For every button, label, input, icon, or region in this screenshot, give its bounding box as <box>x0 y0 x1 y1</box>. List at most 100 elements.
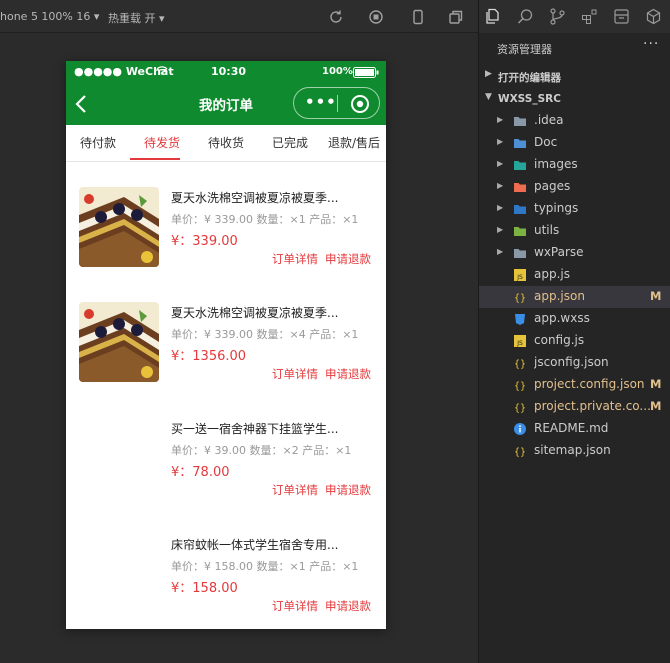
files-icon[interactable] <box>485 8 502 25</box>
extensions-icon[interactable] <box>581 8 598 25</box>
tab-pending-payment[interactable]: 待付款 <box>66 125 130 162</box>
folder-label: Doc <box>534 135 558 149</box>
chevron-right-icon: ▶ <box>497 203 504 212</box>
order-tabs: 待付款 待发货 待收货 已完成 退款/售后 <box>66 125 386 162</box>
folder-wxparse[interactable]: ▶ wxParse <box>479 242 670 264</box>
folder-label: pages <box>534 179 571 193</box>
more-dots-icon[interactable]: ••• <box>305 93 337 111</box>
tab-pending-shipment[interactable]: 待发货 <box>130 125 194 162</box>
refund-button[interactable]: 申请退款 <box>325 366 371 382</box>
chevron-right-icon: ▶ <box>497 181 504 190</box>
product-meta: 单价：¥ 39.00 数量：×2 产品：×1 <box>171 444 352 457</box>
order-price: ¥：158.00 <box>171 581 238 596</box>
order-item[interactable]: 买一送一宿舍神器下挂篮学生... 单价：¥ 39.00 数量：×2 产品：×1 … <box>66 418 386 518</box>
file-app-json[interactable]: {} app.json M <box>479 286 670 308</box>
folder-images[interactable]: ▶ images <box>479 154 670 176</box>
product-title: 床帘蚊帐一体式学生宿舍专用... <box>171 538 339 552</box>
tab-pending-receipt[interactable]: 待收货 <box>194 125 258 162</box>
wifi-icon <box>156 64 168 79</box>
file-project-config-json[interactable]: {} project.config.json M <box>479 374 670 396</box>
product-meta: 单价：¥ 339.00 数量：×1 产品：×1 <box>171 213 359 226</box>
file-label: app.js <box>534 267 570 281</box>
battery-icon <box>353 67 379 81</box>
refund-button[interactable]: 申请退款 <box>325 598 371 614</box>
folder-icon <box>513 246 527 260</box>
folder-idea[interactable]: ▶ .idea <box>479 110 670 132</box>
file-label: app.wxss <box>534 311 590 325</box>
file-app-wxss[interactable]: app.wxss <box>479 308 670 330</box>
folder-label: .idea <box>534 113 564 127</box>
refund-button[interactable]: 申请退款 <box>325 251 371 267</box>
js-file-icon: JS <box>513 268 527 282</box>
order-detail-button[interactable]: 订单详情 <box>272 482 318 498</box>
tab-completed[interactable]: 已完成 <box>258 125 322 162</box>
devtools-window: hone 5 100% 16 ▾ 热重载 开 ▾ ●●●●● WeChat 10… <box>0 0 670 663</box>
refresh-icon[interactable] <box>328 9 344 25</box>
folder-doc[interactable]: ▶ Doc <box>479 132 670 154</box>
order-item[interactable]: 夏天水洗棉空调被夏凉被夏季... 单价：¥ 339.00 数量：×4 产品：×1… <box>66 302 386 402</box>
order-item[interactable]: 床帘蚊帐一体式学生宿舍专用... 单价：¥ 158.00 数量：×1 产品：×1… <box>66 534 386 629</box>
json-file-icon: {} <box>513 356 527 370</box>
storage-icon[interactable] <box>613 8 630 25</box>
chevron-right-icon: ▶ <box>497 247 504 256</box>
hot-reload-toggle[interactable]: 热重载 开 ▾ <box>108 10 165 26</box>
product-meta: 单价：¥ 158.00 数量：×1 产品：×1 <box>171 560 359 573</box>
file-config-js[interactable]: JS config.js <box>479 330 670 352</box>
svg-text:{}: {} <box>514 447 526 458</box>
chevron-down-icon: ▼ <box>485 92 492 102</box>
tab-refund[interactable]: 退款/售后 <box>322 125 386 162</box>
file-jsconfig-json[interactable]: {} jsconfig.json <box>479 352 670 374</box>
product-image <box>79 187 159 267</box>
info-file-icon <box>513 422 527 436</box>
svg-text:JS: JS <box>516 340 523 347</box>
tab-active-indicator <box>130 158 180 160</box>
file-readme-md[interactable]: README.md <box>479 418 670 440</box>
phone-icon[interactable] <box>410 9 426 25</box>
source-control-icon[interactable] <box>549 8 566 25</box>
more-actions-icon[interactable]: ··· <box>643 36 659 52</box>
refund-button[interactable]: 申请退款 <box>325 482 371 498</box>
close-target-icon[interactable] <box>350 94 370 118</box>
file-label: README.md <box>534 421 609 435</box>
search-icon[interactable] <box>517 8 534 25</box>
detach-window-icon[interactable] <box>448 9 464 25</box>
folder-pages[interactable]: ▶ pages <box>479 176 670 198</box>
folder-images-icon <box>513 158 527 172</box>
folder-utils[interactable]: ▶ utils <box>479 220 670 242</box>
file-label: config.js <box>534 333 585 347</box>
chevron-right-icon: ▶ <box>497 115 504 124</box>
file-label: jsconfig.json <box>534 355 609 369</box>
product-title: 夏天水洗棉空调被夏凉被夏季... <box>171 191 339 205</box>
project-section[interactable]: ▼ WXSS_SRC <box>479 88 670 110</box>
file-label: sitemap.json <box>534 443 611 457</box>
svg-text:{}: {} <box>514 403 526 414</box>
open-editors-section[interactable]: ▶ 打开的编辑器 <box>479 65 670 87</box>
order-item[interactable]: 夏天水洗棉空调被夏凉被夏季... 单价：¥ 339.00 数量：×1 产品：×1… <box>66 187 386 287</box>
order-detail-button[interactable]: 订单详情 <box>272 366 318 382</box>
json-file-icon: {} <box>513 444 527 458</box>
folder-label: images <box>534 157 578 171</box>
stop-icon[interactable] <box>368 9 384 25</box>
folder-doc-icon <box>513 136 527 150</box>
explorer-panel: 资源管理器 ··· ▶ 打开的编辑器 ▼ WXSS_SRC ▶ .idea ▶ Doc… <box>478 0 670 663</box>
svg-text:JS: JS <box>516 274 523 281</box>
folder-typings[interactable]: ▶ typings <box>479 198 670 220</box>
folder-pages-icon <box>513 180 527 194</box>
file-sitemap-json[interactable]: {} sitemap.json <box>479 440 670 462</box>
file-project-private-co---[interactable]: {} project.private.co... M <box>479 396 670 418</box>
order-detail-button[interactable]: 订单详情 <box>272 251 318 267</box>
json-file-icon: {} <box>513 400 527 414</box>
simulator-toolbar: hone 5 100% 16 ▾ 热重载 开 ▾ <box>0 0 478 33</box>
battery-text: 100% <box>322 66 353 77</box>
modified-badge: M <box>650 399 662 413</box>
json-file-icon: {} <box>513 290 527 304</box>
chevron-right-icon: ▶ <box>497 159 504 168</box>
file-app-js[interactable]: JS app.js <box>479 264 670 286</box>
order-detail-button[interactable]: 订单详情 <box>272 598 318 614</box>
folder-label: wxParse <box>534 245 584 259</box>
order-price: ¥：1356.00 <box>171 349 247 364</box>
chevron-right-icon: ▶ <box>485 69 492 79</box>
cube-icon[interactable] <box>645 8 662 25</box>
status-bar: ●●●●● WeChat 10:30 100% <box>66 61 386 83</box>
device-selector[interactable]: hone 5 100% 16 ▾ <box>0 10 99 23</box>
